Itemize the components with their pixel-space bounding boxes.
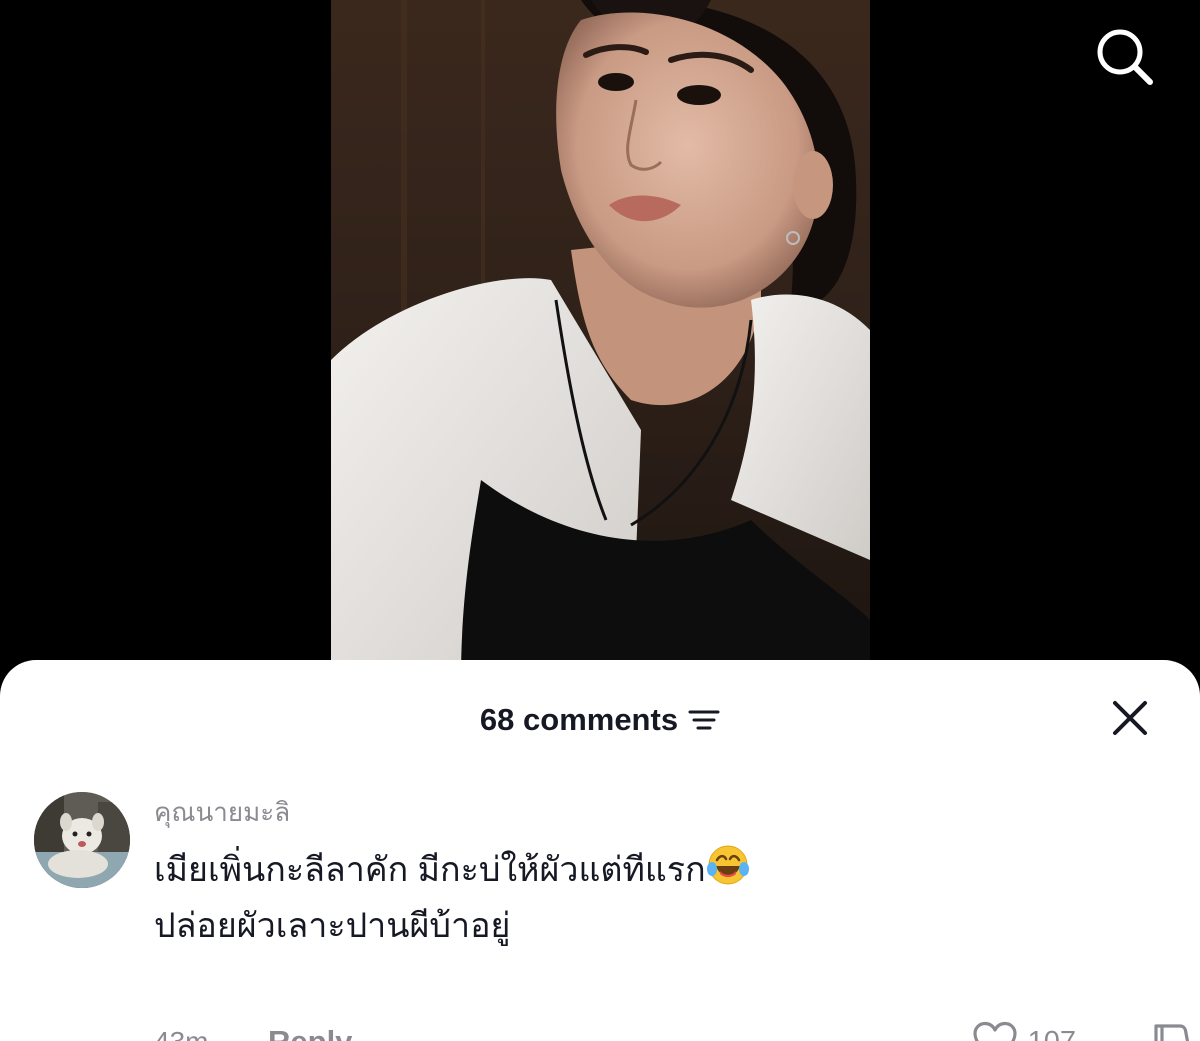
like-button[interactable]: 107: [972, 1018, 1076, 1041]
comment-username[interactable]: คุณนายมะลิ: [154, 792, 1154, 832]
thumbs-down-icon[interactable]: [1150, 1020, 1196, 1041]
face-with-tears-of-joy-icon: [706, 845, 749, 885]
avatar-image: [34, 792, 130, 888]
comment-text-line-2: ปล่อยผัวเลาะปานผีบ้าอยู่: [154, 907, 511, 945]
comment-text: เมียเพิ่นกะลีลาคัก มีกะบ่ให้ผัวแต่ทีแรก …: [154, 842, 1154, 954]
avatar[interactable]: [34, 792, 130, 888]
comments-header: 68 comments: [0, 696, 1200, 744]
screen: 68 comments คุณนายมะลิ เมียเพิ่นกะลีลาคั…: [0, 0, 1200, 1041]
close-icon[interactable]: [1110, 698, 1150, 738]
comments-panel: 68 comments คุณนายมะลิ เมียเพิ่นกะลีลาคั…: [0, 660, 1200, 1041]
search-icon[interactable]: [1094, 26, 1156, 88]
video-player[interactable]: [331, 0, 870, 680]
comment-text-line-1: เมียเพิ่นกะลีลาคัก มีกะบ่ให้ผัวแต่ทีแรก: [154, 851, 706, 889]
comment-count-label: 68 comments: [479, 702, 679, 737]
comment-count-button[interactable]: 68 comments: [480, 696, 720, 744]
video-still-image: [331, 0, 870, 680]
comment-timestamp: 43m: [154, 1026, 268, 1041]
comment-meta-row: 43m Reply 107: [154, 1018, 1190, 1041]
like-count: 107: [1028, 1026, 1076, 1041]
comment-body: คุณนายมะลิ เมียเพิ่นกะลีลาคัก มีกะบ่ให้ผ…: [154, 792, 1154, 954]
reply-button[interactable]: Reply: [268, 1024, 352, 1041]
sort-icon: [688, 710, 720, 730]
heart-icon: [973, 1021, 1017, 1041]
